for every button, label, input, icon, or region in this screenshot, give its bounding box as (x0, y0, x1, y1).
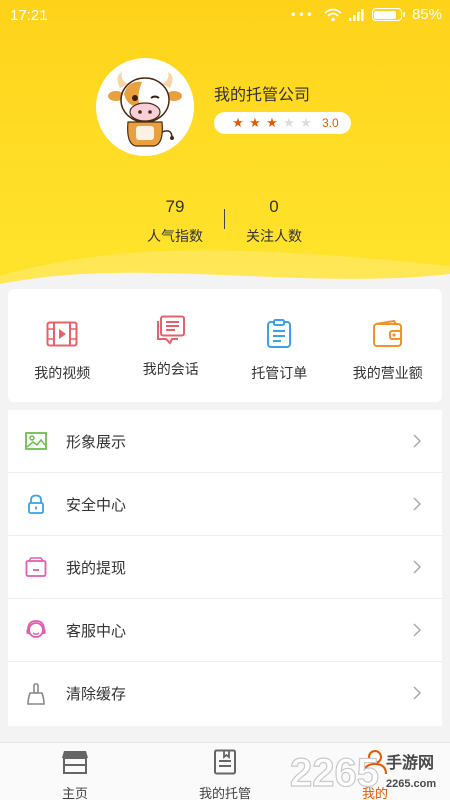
tab-home[interactable]: 主页 (0, 743, 150, 800)
menu-item-clear-cache[interactable]: 清除缓存 (8, 662, 442, 725)
bottom-tab-bar: 主页 我的托管 我的 (0, 742, 450, 800)
menu-item-image-display[interactable]: 形象展示 (8, 410, 442, 473)
rating-stars: ★ ★ ★ ★ ★ (230, 117, 314, 130)
image-icon (25, 432, 47, 450)
quick-action-videos[interactable]: 我的视频 (8, 289, 117, 402)
lock-icon (28, 494, 44, 514)
menu-item-withdraw-label: 我的提现 (66, 558, 127, 577)
menu-item-clear-cache-label: 清除缓存 (66, 685, 127, 703)
status-bar: 17:21 ••• 85% (0, 0, 450, 32)
broom-icon (27, 682, 45, 705)
stat-popularity[interactable]: 79 人气指数 (130, 197, 220, 246)
menu-item-withdraw[interactable]: 我的提现 (8, 536, 442, 599)
header-wave (0, 250, 450, 290)
star-empty-icon: ★ (283, 115, 295, 131)
stat-divider (224, 209, 225, 229)
quick-action-videos-label: 我的视频 (34, 366, 91, 382)
quick-action-revenue-label: 我的营业额 (352, 366, 423, 382)
star-filled-icon: ★ (266, 115, 278, 131)
rating-value: 3.0 (322, 116, 339, 130)
quick-action-orders-label: 托管订单 (251, 366, 308, 382)
star-filled-icon: ★ (249, 115, 261, 131)
star-empty-icon: ★ (300, 115, 312, 131)
chevron-right-icon (413, 686, 422, 700)
quick-action-chats[interactable]: 我的会话 (117, 289, 226, 402)
chat-icon (156, 315, 185, 345)
video-icon (46, 321, 78, 347)
company-name: 我的托管公司 (214, 85, 311, 104)
stat-followers-label: 关注人数 (246, 229, 302, 245)
wallet-icon (372, 320, 402, 347)
chevron-right-icon (413, 623, 422, 637)
stat-popularity-value: 79 (165, 197, 185, 216)
quick-action-orders[interactable]: 托管订单 (225, 289, 334, 402)
tab-mine[interactable]: 我的 (300, 743, 450, 800)
store-icon (62, 751, 88, 774)
profile-header (0, 0, 450, 290)
tab-my-custody-label: 我的托管 (198, 787, 251, 800)
stat-followers[interactable]: 0 关注人数 (229, 197, 319, 246)
stat-popularity-label: 人气指数 (147, 229, 203, 245)
menu-item-security-center[interactable]: 安全中心 (8, 473, 442, 536)
chevron-right-icon (413, 560, 422, 574)
person-icon (363, 750, 387, 775)
cow-mascot-icon (108, 72, 182, 147)
tab-mine-label: 我的 (361, 787, 388, 800)
customer-service-icon (26, 620, 46, 638)
battery-percent: 85% (411, 6, 442, 23)
star-filled-icon: ★ (232, 115, 244, 131)
quick-action-revenue[interactable]: 我的营业额 (334, 289, 443, 402)
avatar[interactable] (96, 58, 194, 156)
quick-action-chats-label: 我的会话 (142, 362, 199, 378)
document-icon (214, 749, 236, 775)
quick-actions: 我的视频 我的会话 托管订单 我的营业额 (8, 289, 442, 402)
signal-icon (348, 8, 364, 21)
wifi-icon (324, 8, 342, 21)
withdraw-icon (25, 557, 47, 577)
status-time: 17:21 (10, 7, 48, 24)
menu-item-customer-service[interactable]: 客服中心 (8, 599, 442, 662)
battery-icon (371, 8, 405, 21)
menu-list: 形象展示 安全中心 我的提现 客服中心 清除缓存 (8, 410, 442, 726)
menu-item-customer-service-label: 客服中心 (66, 621, 127, 640)
tab-my-custody[interactable]: 我的托管 (150, 743, 300, 800)
chevron-right-icon (413, 497, 422, 511)
stat-followers-value: 0 (269, 197, 279, 216)
menu-item-image-display-label: 形象展示 (66, 432, 127, 451)
notification-dots: ••• (289, 7, 314, 22)
menu-item-security-center-label: 安全中心 (66, 495, 127, 514)
tab-home-label: 主页 (61, 787, 88, 800)
rating-badge: ★ ★ ★ ★ ★ 3.0 (214, 112, 351, 134)
chevron-right-icon (413, 434, 422, 448)
order-clipboard-icon (267, 319, 292, 348)
